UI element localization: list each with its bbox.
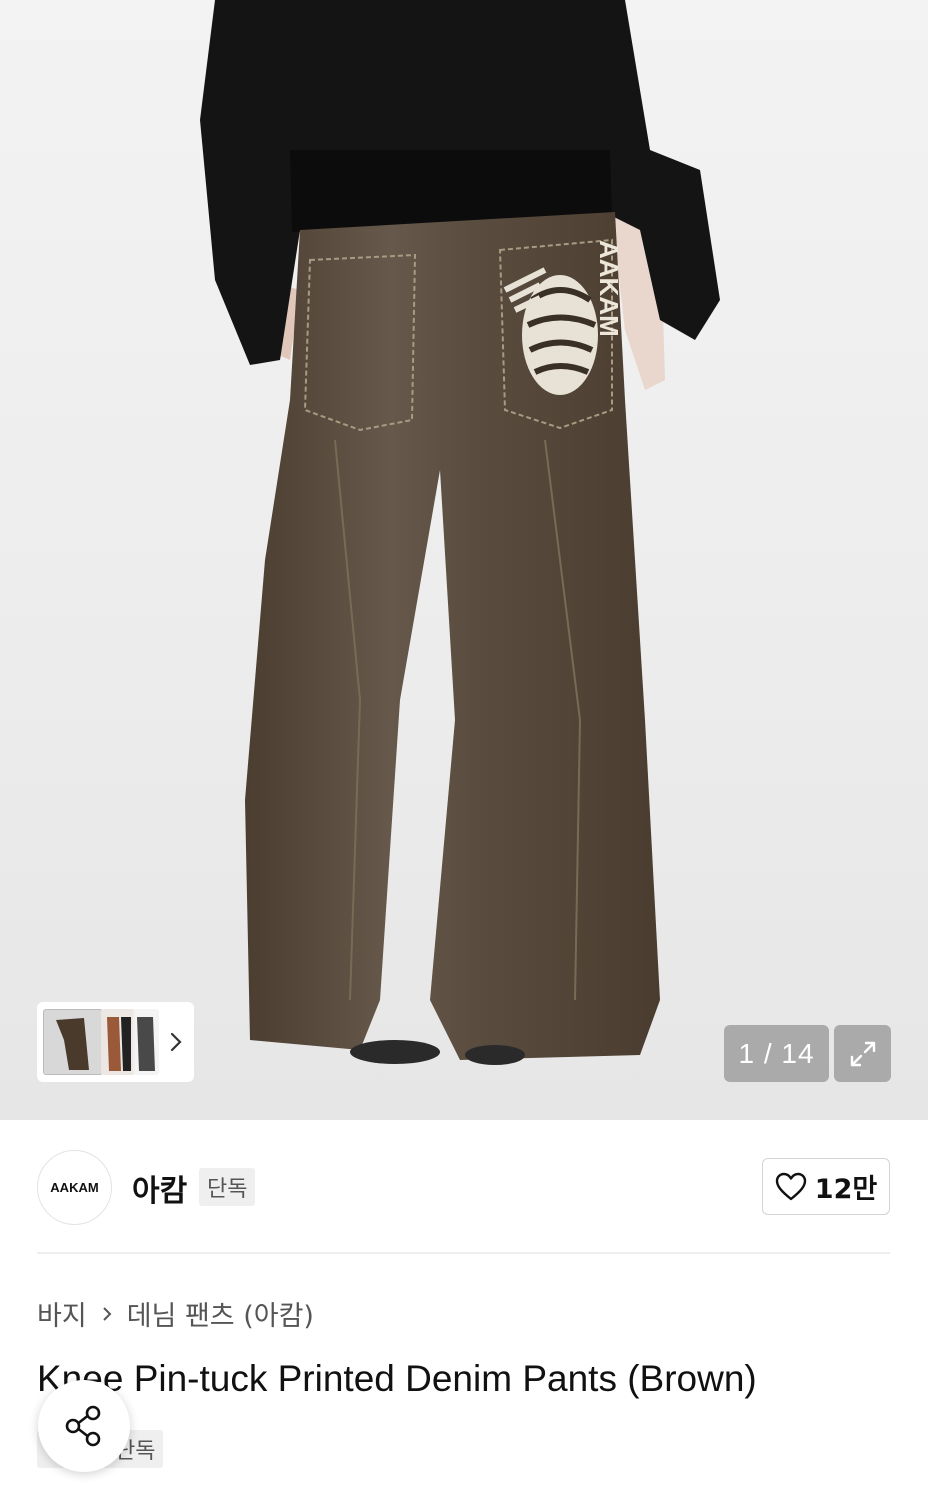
like-button[interactable]: 12만 bbox=[762, 1158, 890, 1215]
thumbnail-3[interactable] bbox=[133, 1009, 159, 1075]
thumbnail-strip[interactable] bbox=[37, 1002, 194, 1082]
image-counter: 1 / 14 bbox=[724, 1025, 829, 1082]
breadcrumb-item-category[interactable]: 바지 bbox=[37, 1294, 87, 1333]
pocket-print-text: AAKAM bbox=[594, 240, 624, 337]
like-count: 12만 bbox=[814, 1174, 878, 1205]
chevron-right-icon[interactable] bbox=[166, 1028, 186, 1056]
product-photo: AAKAM bbox=[200, 0, 720, 1065]
thumbnail-1[interactable] bbox=[43, 1009, 103, 1075]
share-icon bbox=[65, 1405, 101, 1447]
product-image-gallery[interactable]: AAKAM 1 / 14 bbox=[0, 0, 928, 1120]
chevron-right-icon bbox=[102, 1306, 112, 1321]
heart-icon bbox=[775, 1172, 806, 1200]
brand-name[interactable]: 아캄 bbox=[132, 1166, 187, 1210]
thumbnail-list bbox=[43, 1009, 159, 1075]
breadcrumb-item-subcategory[interactable]: 데님 팬츠 (아캄) bbox=[127, 1294, 314, 1333]
brand-logo[interactable]: AAKAM bbox=[37, 1150, 112, 1225]
expand-icon bbox=[850, 1041, 875, 1066]
exclusive-badge: 단독 bbox=[199, 1168, 256, 1206]
product-title: Knee Pin-tuck Printed Denim Pants (Brown… bbox=[37, 1358, 757, 1399]
share-button[interactable] bbox=[38, 1380, 130, 1472]
thumbnail-2[interactable] bbox=[101, 1009, 135, 1075]
breadcrumb: 바지 데님 팬츠 (아캄) bbox=[37, 1294, 314, 1333]
section-divider bbox=[37, 1252, 890, 1254]
expand-button[interactable] bbox=[834, 1025, 891, 1082]
brand-logo-text: AAKAM bbox=[50, 1180, 99, 1195]
